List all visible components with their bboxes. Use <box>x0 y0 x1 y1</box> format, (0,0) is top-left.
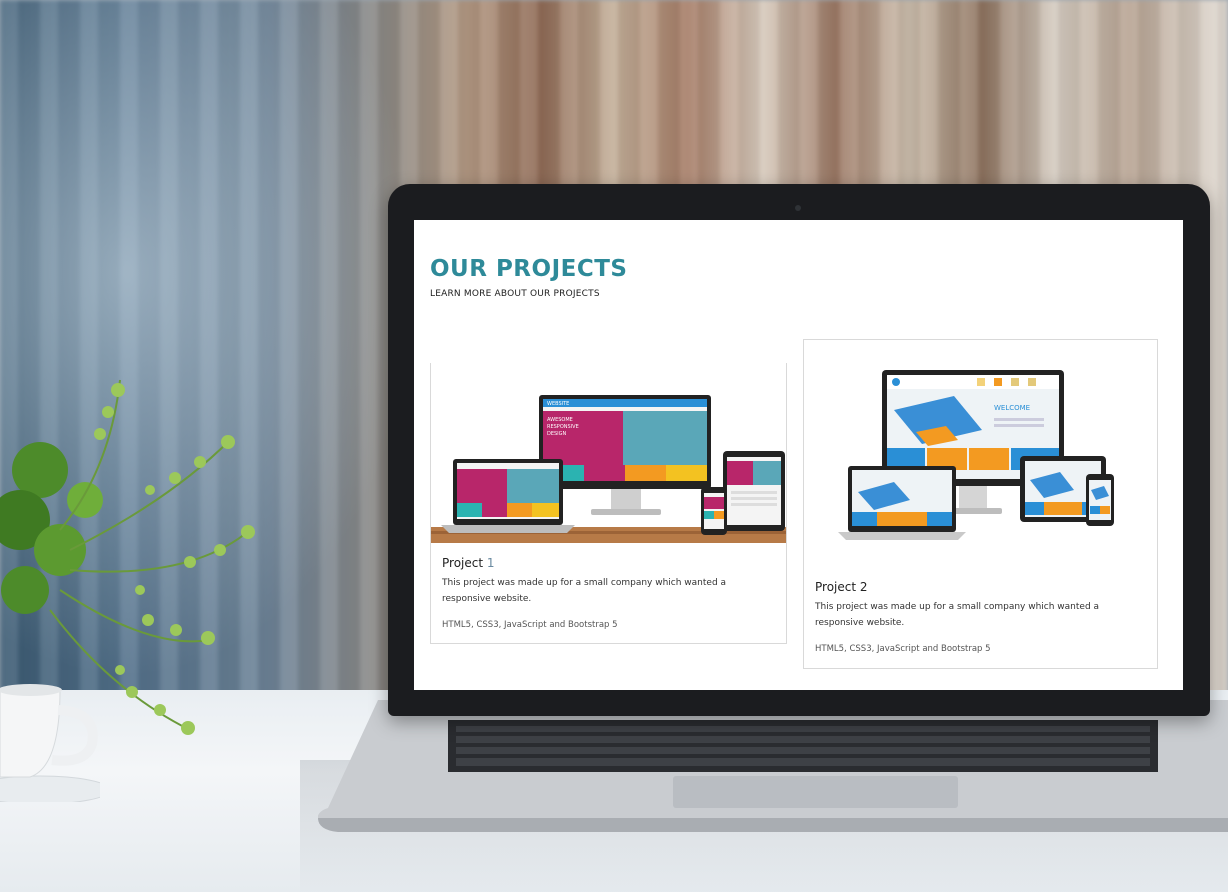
laptop-screen: OUR PROJECTS LEARN MORE ABOUT OUR PROJEC… <box>414 220 1183 690</box>
coffee-cup-icon <box>0 684 100 802</box>
project-tech-stack: HTML5, CSS3, JavaScript and Bootstrap 5 <box>815 644 991 654</box>
responsive-devices-mockup-icon: WELCOME <box>804 340 1157 556</box>
project-description: This project was made up for a small com… <box>442 578 727 604</box>
project-title-number: 1 <box>486 556 495 570</box>
mockup-responsive-text: RESPONSIVE <box>547 424 579 430</box>
project-title-word: Project <box>815 580 857 594</box>
mockup-awesome-text: AWESOME <box>547 417 573 423</box>
project-title-word: Project <box>442 556 484 570</box>
project-card-2[interactable]: WELCOME Project 2 This project was made … <box>803 339 1158 669</box>
mockup-design-text: DESIGN <box>547 431 567 437</box>
mockup-website-text: WEBSITE <box>547 401 569 407</box>
mockup-welcome-text: WELCOME <box>994 404 1030 412</box>
webcam-icon <box>795 205 801 211</box>
page-subtitle: LEARN MORE ABOUT OUR PROJECTS <box>430 289 600 299</box>
laptop-keyboard-base <box>318 700 1228 832</box>
project-tech-stack: HTML5, CSS3, JavaScript and Bootstrap 5 <box>442 620 618 630</box>
page-title: OUR PROJECTS <box>430 256 628 282</box>
responsive-devices-mockup-icon: WEBSITE AWESOME RESPONSIVE DESIGN <box>431 363 786 543</box>
project-title: Project 2 <box>815 580 868 594</box>
project-title: Project 1 <box>442 556 495 570</box>
project-card-1[interactable]: WEBSITE AWESOME RESPONSIVE DESIGN Projec… <box>430 363 787 644</box>
project-description: This project was made up for a small com… <box>815 602 1100 628</box>
project-title-number: 2 <box>859 580 868 594</box>
